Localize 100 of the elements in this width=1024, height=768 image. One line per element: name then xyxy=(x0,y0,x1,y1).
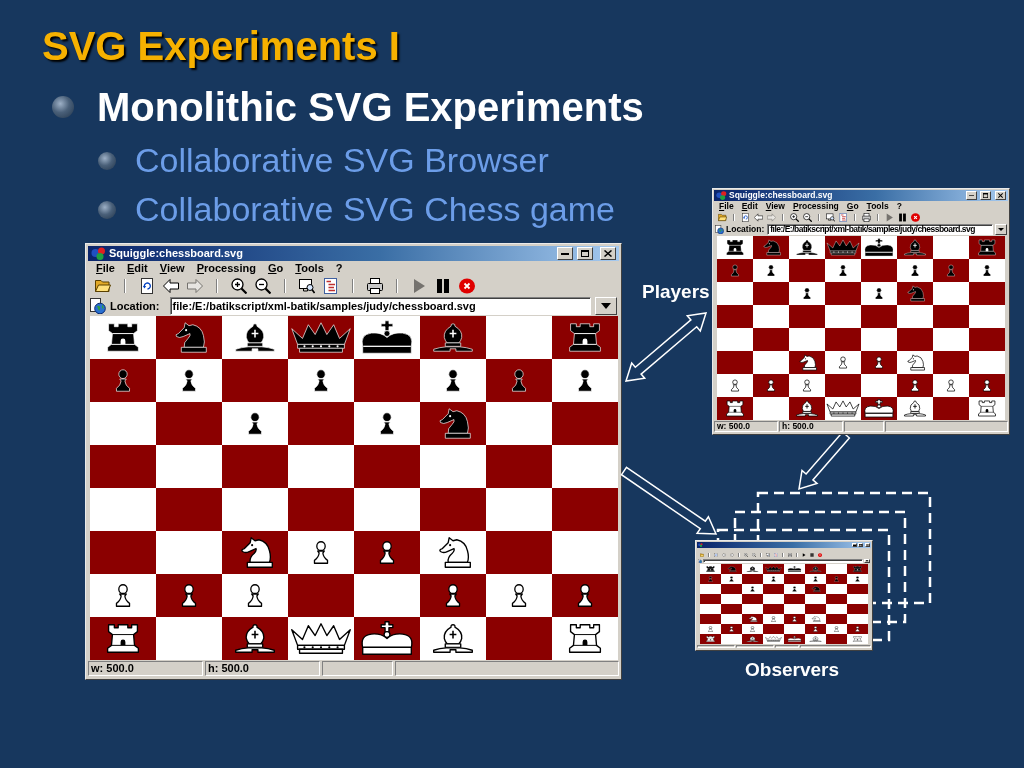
board-square xyxy=(222,488,288,531)
dropdown-button[interactable] xyxy=(995,224,1007,235)
document-lines-icon xyxy=(323,278,339,294)
board-square xyxy=(784,594,805,604)
bullet-text: Monolithic SVG Experiments xyxy=(97,84,644,131)
minimize-button[interactable] xyxy=(966,191,977,200)
left-arrow-icon xyxy=(722,553,726,557)
board-square xyxy=(288,445,354,488)
stop-button[interactable] xyxy=(910,213,921,222)
pause-icon xyxy=(898,213,907,222)
zoom-in-button[interactable] xyxy=(229,278,249,294)
dropdown-button[interactable] xyxy=(595,297,617,315)
minimize-icon xyxy=(969,195,974,196)
board-square xyxy=(847,584,868,594)
board-square xyxy=(222,445,288,488)
board-square xyxy=(717,305,753,328)
pause-button[interactable] xyxy=(897,213,908,222)
minimize-button[interactable] xyxy=(557,247,573,260)
board-square xyxy=(969,282,1005,305)
board-square xyxy=(354,488,420,531)
minimize-button[interactable] xyxy=(852,543,857,547)
location-field[interactable]: file:/E:/batikscript/xml-batik/samples/judy/chessboard.svg xyxy=(767,224,993,235)
board-square xyxy=(763,624,784,634)
menu-item[interactable]: View xyxy=(762,201,788,212)
print-button[interactable] xyxy=(365,278,385,294)
stop-icon xyxy=(818,553,822,557)
pause-button[interactable] xyxy=(809,553,815,557)
board-square xyxy=(789,259,825,282)
zoom-in-button[interactable] xyxy=(789,213,800,222)
knight-icon xyxy=(747,616,758,622)
dropdown-button[interactable] xyxy=(864,559,870,563)
menu-item[interactable]: ? xyxy=(893,201,905,212)
board-square xyxy=(826,564,847,574)
board-square xyxy=(90,488,156,531)
menu-item[interactable]: Edit xyxy=(121,261,153,276)
caret-icon xyxy=(866,560,868,562)
play-icon xyxy=(885,213,894,222)
back-button[interactable] xyxy=(161,278,181,294)
thumbnail-button[interactable] xyxy=(765,553,771,557)
rook-icon xyxy=(852,566,863,572)
pawn-icon xyxy=(765,264,777,277)
board-square xyxy=(742,574,763,584)
menu-item[interactable]: File xyxy=(716,201,737,212)
menu-item[interactable]: Processing xyxy=(191,261,261,276)
pawn-icon xyxy=(909,379,921,392)
board-square xyxy=(742,594,763,604)
print-button[interactable] xyxy=(861,213,872,222)
stop-button[interactable] xyxy=(457,278,477,294)
maximize-icon xyxy=(581,250,589,257)
location-field[interactable]: file:/E:/batikscript/xml-batik/samples/judy/chessboard.svg xyxy=(169,297,591,315)
board-square xyxy=(288,574,354,617)
back-button[interactable] xyxy=(753,213,764,222)
menu-item[interactable]: Edit xyxy=(738,201,761,212)
knight-icon xyxy=(726,566,737,572)
play-button[interactable] xyxy=(801,553,807,557)
minimize-icon xyxy=(853,544,856,546)
menu-item[interactable]: File xyxy=(91,261,120,276)
knight-icon xyxy=(796,354,818,371)
zoom-out-button[interactable] xyxy=(253,278,273,294)
board-square xyxy=(784,574,805,584)
menu-item[interactable]: View xyxy=(154,261,190,276)
printer-icon xyxy=(367,278,383,294)
menu-item[interactable]: Go xyxy=(262,261,289,276)
caret-icon xyxy=(601,303,611,309)
menu-item[interactable]: ? xyxy=(330,261,348,276)
bishop-icon xyxy=(795,400,819,417)
board-square xyxy=(156,488,222,531)
bullet-icon xyxy=(98,200,116,219)
minimize-icon xyxy=(561,252,569,255)
board-square xyxy=(825,282,861,305)
knight-icon xyxy=(904,354,926,371)
location-field[interactable] xyxy=(703,559,863,563)
right-arrow-icon xyxy=(187,278,203,294)
maximize-button[interactable] xyxy=(858,543,863,547)
board-square xyxy=(486,402,552,445)
thumbnail-button[interactable] xyxy=(297,278,317,294)
menu-item[interactable]: Tools xyxy=(863,201,892,212)
board-square xyxy=(486,316,552,359)
status-field: h: 500.0 xyxy=(205,661,320,676)
board-square xyxy=(742,604,763,614)
open-button[interactable] xyxy=(93,278,113,294)
menu-item[interactable]: Tools xyxy=(290,261,329,276)
board-square xyxy=(933,328,969,351)
thumbnail-button[interactable] xyxy=(825,213,836,222)
menu-item[interactable]: Processing xyxy=(789,201,842,212)
board-square xyxy=(552,531,618,574)
board-square xyxy=(763,594,784,604)
pawn-icon xyxy=(707,576,714,582)
close-icon xyxy=(998,193,1003,198)
zoom-in-icon xyxy=(231,278,247,294)
board-square xyxy=(825,305,861,328)
bishop-icon xyxy=(903,239,927,256)
open-button[interactable] xyxy=(717,213,728,222)
menu-item[interactable]: Go xyxy=(843,201,862,212)
zoom-out-button[interactable] xyxy=(802,213,813,222)
rook-icon xyxy=(724,239,746,256)
board-square xyxy=(90,531,156,574)
bullet-text: Collaborative SVG Browser xyxy=(135,140,549,181)
close-button[interactable] xyxy=(865,543,870,547)
stop-button[interactable] xyxy=(817,553,823,557)
